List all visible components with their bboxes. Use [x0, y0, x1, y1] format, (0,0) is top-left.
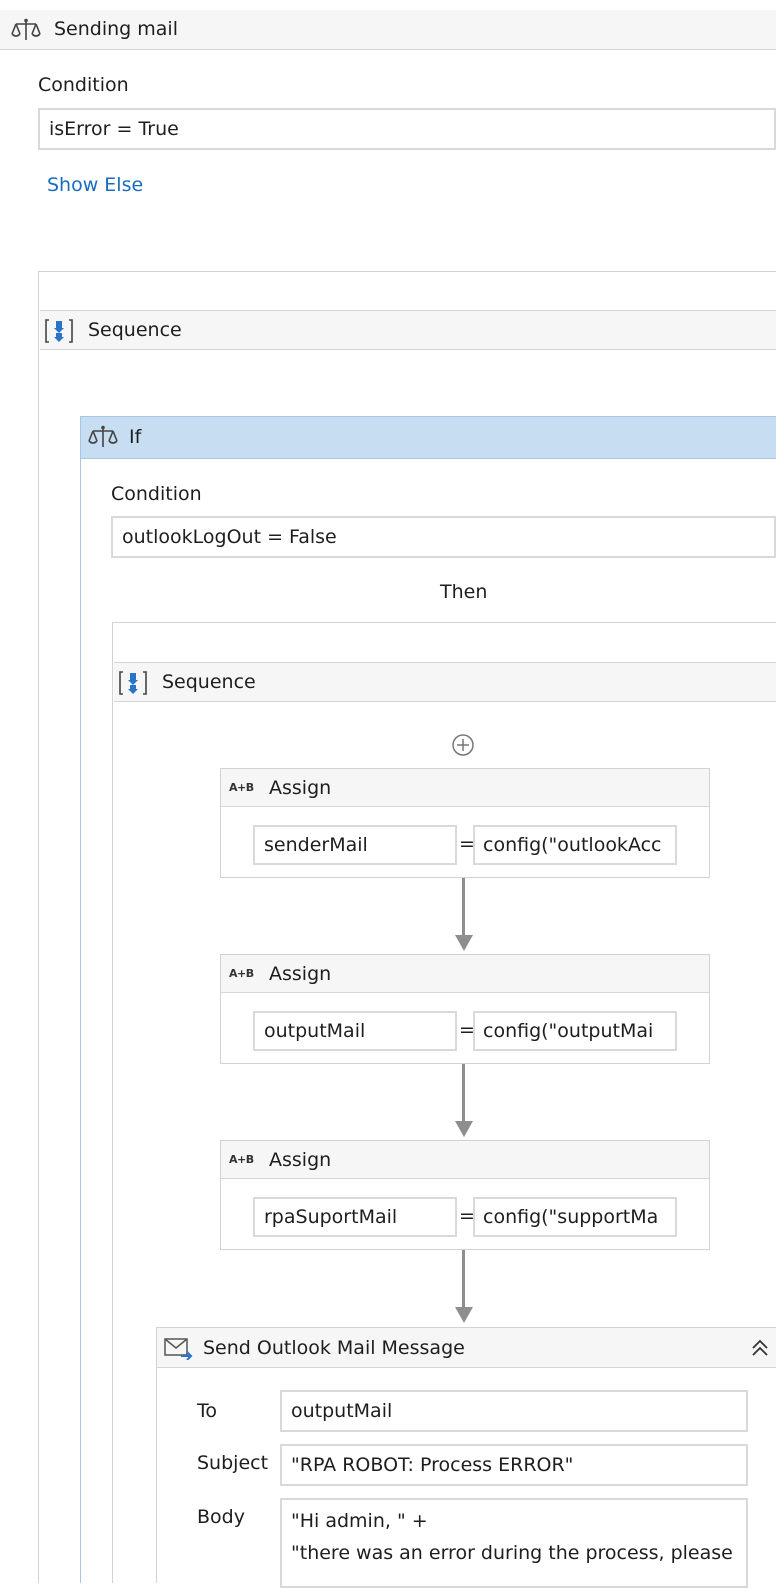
if-activity-icon	[10, 18, 42, 47]
assign-activity[interactable]: A+B Assign senderMail = config("outlookA…	[220, 768, 710, 878]
connector-arrow-icon	[455, 935, 473, 951]
assign-header: A+B Assign	[221, 1141, 709, 1179]
connector-arrow-icon	[455, 1307, 473, 1323]
outer-condition-label: Condition	[38, 74, 129, 96]
assign-value-input[interactable]: config("outputMai	[473, 1011, 677, 1051]
outer-sequence-title: Sequence	[88, 319, 182, 341]
body-line: "Hi admin, " +	[291, 1510, 428, 1532]
to-input[interactable]: outputMail	[280, 1390, 748, 1432]
assign-value-input[interactable]: config("supportMa	[473, 1197, 677, 1237]
send-mail-title: Send Outlook Mail Message	[203, 1337, 465, 1359]
assign-title: Assign	[269, 963, 332, 985]
assign-title: Assign	[269, 777, 332, 799]
to-label: To	[197, 1400, 218, 1422]
show-else-link[interactable]: Show Else	[47, 174, 143, 196]
inner-sequence-title: Sequence	[162, 671, 256, 693]
assign-icon: A+B	[229, 1153, 254, 1166]
subject-label: Subject	[197, 1452, 269, 1474]
assign-title: Assign	[269, 1149, 332, 1171]
sequence-icon	[118, 669, 148, 702]
assign-icon: A+B	[229, 967, 254, 980]
inner-condition-label: Condition	[111, 483, 202, 505]
assign-header: A+B Assign	[221, 955, 709, 993]
connector-line	[462, 1250, 465, 1308]
add-activity-plus-icon[interactable]	[451, 733, 475, 762]
then-label: Then	[440, 581, 488, 603]
subject-input[interactable]: "RPA ROBOT: Process ERROR"	[280, 1444, 748, 1486]
body-label: Body	[197, 1506, 245, 1528]
assign-to-input[interactable]: senderMail	[253, 825, 457, 865]
outer-condition-input[interactable]: isError = True	[38, 108, 776, 150]
mail-send-icon	[163, 1336, 193, 1365]
assign-icon: A+B	[229, 781, 254, 794]
outer-if-header[interactable]: Sending mail	[0, 10, 776, 50]
send-outlook-mail-activity[interactable]: Send Outlook Mail Message To outputMail …	[156, 1327, 776, 1588]
assign-to-input[interactable]: rpaSuportMail	[253, 1197, 457, 1237]
send-mail-header: Send Outlook Mail Message	[157, 1328, 776, 1368]
inner-if-title: If	[129, 426, 142, 448]
body-line: "there was an error during the process, …	[291, 1542, 733, 1564]
inner-condition-input[interactable]: outlookLogOut = False	[111, 516, 776, 558]
assign-activity[interactable]: A+B Assign outputMail = config("outputMa…	[220, 954, 710, 1064]
outer-if-title: Sending mail	[54, 18, 178, 40]
assign-value-input[interactable]: config("outlookAcc	[473, 825, 677, 865]
inner-sequence-header[interactable]: Sequence	[114, 662, 776, 702]
outer-sequence-header[interactable]: Sequence	[40, 310, 776, 350]
connector-line	[462, 878, 465, 936]
assign-header: A+B Assign	[221, 769, 709, 807]
body-input[interactable]: "Hi admin, " + "there was an error durin…	[280, 1498, 748, 1588]
sequence-icon	[44, 317, 74, 350]
if-activity-icon	[87, 425, 119, 454]
assign-to-input[interactable]: outputMail	[253, 1011, 457, 1051]
collapse-chevron-icon[interactable]	[750, 1338, 770, 1363]
inner-if-header[interactable]: If	[81, 417, 776, 459]
connector-arrow-icon	[455, 1121, 473, 1137]
assign-activity[interactable]: A+B Assign rpaSuportMail = config("suppo…	[220, 1140, 710, 1250]
connector-line	[462, 1064, 465, 1122]
